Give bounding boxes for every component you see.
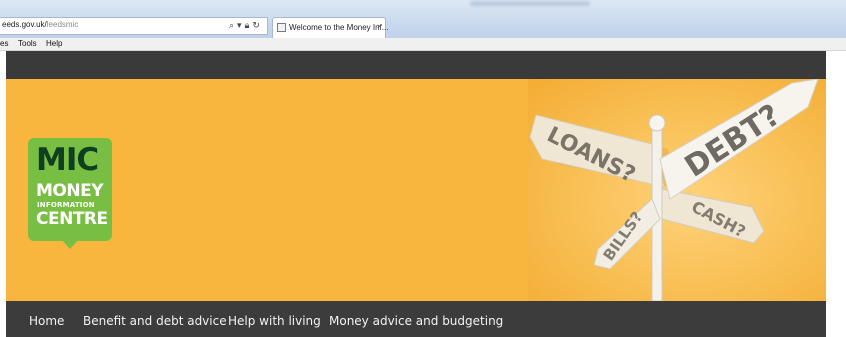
sign-debt: DEBT? <box>659 79 819 200</box>
dropdown-icon[interactable]: ▾ <box>237 20 242 31</box>
tab-title: Welcome to the Money Inf... <box>289 23 389 32</box>
nav-item-benefit-debt-advice[interactable]: Benefit and debt advice <box>83 314 227 328</box>
menu-item-tools[interactable]: Tools <box>18 39 37 48</box>
refresh-icon[interactable]: ↻ <box>252 20 260 31</box>
web-page: MIC MONEY INFORMATION CENTRE LOANS? BILL… <box>6 51 826 337</box>
nav-item-home[interactable]: Home <box>29 314 64 328</box>
signpost-image: LOANS? BILLS? CASH? DEBT? <box>528 79 826 301</box>
signpost-illustration: LOANS? BILLS? CASH? DEBT? <box>529 79 819 301</box>
mic-logo[interactable]: MIC MONEY INFORMATION CENTRE <box>28 138 112 249</box>
address-bar[interactable]: eeds.gov.uk/leedsmic ⌕ ▾ 🔒︎ ↻ <box>0 17 268 35</box>
browser-menu-bar: es Tools Help <box>0 38 846 51</box>
signpost-cap <box>648 114 666 132</box>
main-nav: Home Benefit and debt advice Help with l… <box>6 301 826 337</box>
top-dark-strip <box>6 51 826 79</box>
nav-item-help-with-living[interactable]: Help with living <box>228 314 321 328</box>
address-icons: ⌕ ▾ 🔒︎ ↻ <box>229 20 260 31</box>
logo-centre-text: CENTRE <box>36 209 108 229</box>
browser-tab[interactable]: Welcome to the Money Inf... × <box>272 17 389 38</box>
window-title-blur <box>470 1 590 6</box>
nav-item-money-advice-budgeting[interactable]: Money advice and budgeting <box>329 314 503 328</box>
page-right-margin <box>826 51 846 337</box>
logo-information-text: INFORMATION <box>37 201 95 209</box>
address-text: eeds.gov.uk/leedsmic <box>2 20 79 29</box>
hero-banner: MIC MONEY INFORMATION CENTRE LOANS? BILL… <box>6 79 826 301</box>
page-favicon-icon <box>277 23 286 32</box>
logo-speech-tail <box>60 238 80 249</box>
menu-item-help[interactable]: Help <box>46 39 62 48</box>
tab-close-icon[interactable]: × <box>377 22 382 31</box>
sign-cash: CASH? <box>661 188 765 244</box>
search-icon[interactable]: ⌕ <box>229 20 234 31</box>
logo-mic-text: MIC <box>36 142 99 178</box>
browser-chrome: eeds.gov.uk/leedsmic ⌕ ▾ 🔒︎ ↻ Welcome to… <box>0 0 846 38</box>
sign-loans: LOANS? <box>529 114 665 188</box>
lock-icon[interactable]: 🔒︎ <box>245 20 250 31</box>
menu-item-favorites[interactable]: es <box>0 39 8 48</box>
logo-money-text: MONEY <box>36 181 104 201</box>
sign-bills: BILLS? <box>593 198 661 270</box>
